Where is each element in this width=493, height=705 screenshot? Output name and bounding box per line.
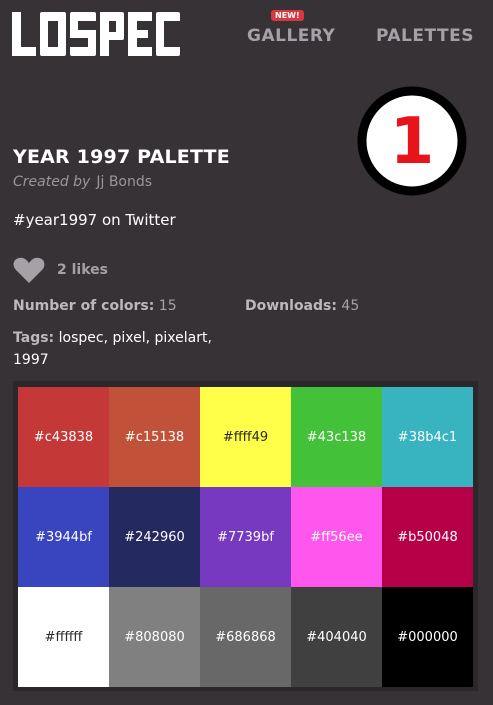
downloads-label: Downloads: [245,298,337,314]
color-swatch[interactable]: #7739bf [200,487,291,587]
color-swatch[interactable]: #38b4c1 [382,387,473,487]
color-swatch[interactable]: #43c138 [291,387,382,487]
palette-title: YEAR 1997 PALETTE [13,146,230,168]
rank-number: 1 [390,105,435,179]
swatch-hex-label: #43c138 [306,429,367,445]
color-swatch[interactable]: #404040 [291,587,382,687]
swatch-hex-label: #ffff49 [222,429,269,445]
color-swatch[interactable]: #242960 [109,487,200,587]
nav-palettes[interactable]: PALETTES [376,26,474,46]
likes-count: 2 likes [57,262,108,278]
palette-description: #year1997 on Twitter [13,211,176,229]
swatch-hex-label: #808080 [124,629,185,645]
logo-mark [12,12,180,56]
nav-gallery[interactable]: GALLERY [247,26,335,46]
lospec-logo[interactable] [12,12,180,60]
tags-label: Tags: [13,330,55,346]
stat-downloads: Downloads: 45 [245,298,359,314]
swatch-hex-label: #c15138 [124,429,185,445]
color-swatch[interactable]: #ff56ee [291,487,382,587]
color-swatch[interactable]: #ffff49 [200,387,291,487]
color-swatch[interactable]: #ffffff [18,587,109,687]
color-swatch[interactable]: #c15138 [109,387,200,487]
swatch-hex-label: #ffffff [44,629,83,645]
colors-count: 15 [158,298,177,314]
tag-link[interactable]: lospec [59,330,104,346]
color-swatch[interactable]: #b50048 [382,487,473,587]
colors-label: Number of colors: [13,298,155,314]
swatch-hex-label: #7739bf [217,529,274,545]
created-by: Created by Jj Bonds [13,174,152,190]
swatch-hex-label: #38b4c1 [397,429,458,445]
tag-link[interactable]: pixelart [155,330,208,346]
tag-link[interactable]: pixel [112,330,145,346]
swatch-grid: #c43838 #c15138 #ffff49 #43c138 #38b4c1 #3944… [18,387,474,687]
tag-link[interactable]: 1997 [13,352,49,368]
swatch-hex-label: #ff56ee [310,529,363,545]
stat-colors: Number of colors: 15 [13,298,177,314]
swatch-hex-label: #242960 [124,529,185,545]
color-swatch[interactable]: #686868 [200,587,291,687]
color-swatch[interactable]: #808080 [109,587,200,687]
downloads-count: 45 [341,298,360,314]
color-swatch[interactable]: #c43838 [18,387,109,487]
swatch-hex-label: #000000 [397,629,458,645]
swatch-hex-label: #3944bf [35,529,92,545]
swatch-hex-label: #c43838 [33,429,94,445]
created-by-label: Created by [13,174,91,190]
tags: Tags: lospec, pixel, pixelart, 1997 [13,330,212,368]
like-button[interactable]: 2 likes [13,256,108,284]
swatch-hex-label: #686868 [215,629,276,645]
swatch-hex-label: #b50048 [397,529,458,545]
palette-preview: #c43838 #c15138 #ffff49 #43c138 #38b4c1 #3944… [13,381,478,691]
rank-badge: 1 [357,86,467,196]
new-badge: NEW! [271,10,304,21]
author-link[interactable]: Jj Bonds [96,174,152,190]
swatch-hex-label: #404040 [306,629,367,645]
color-swatch[interactable]: #3944bf [18,487,109,587]
color-swatch[interactable]: #000000 [382,587,473,687]
heart-icon[interactable] [13,256,45,284]
